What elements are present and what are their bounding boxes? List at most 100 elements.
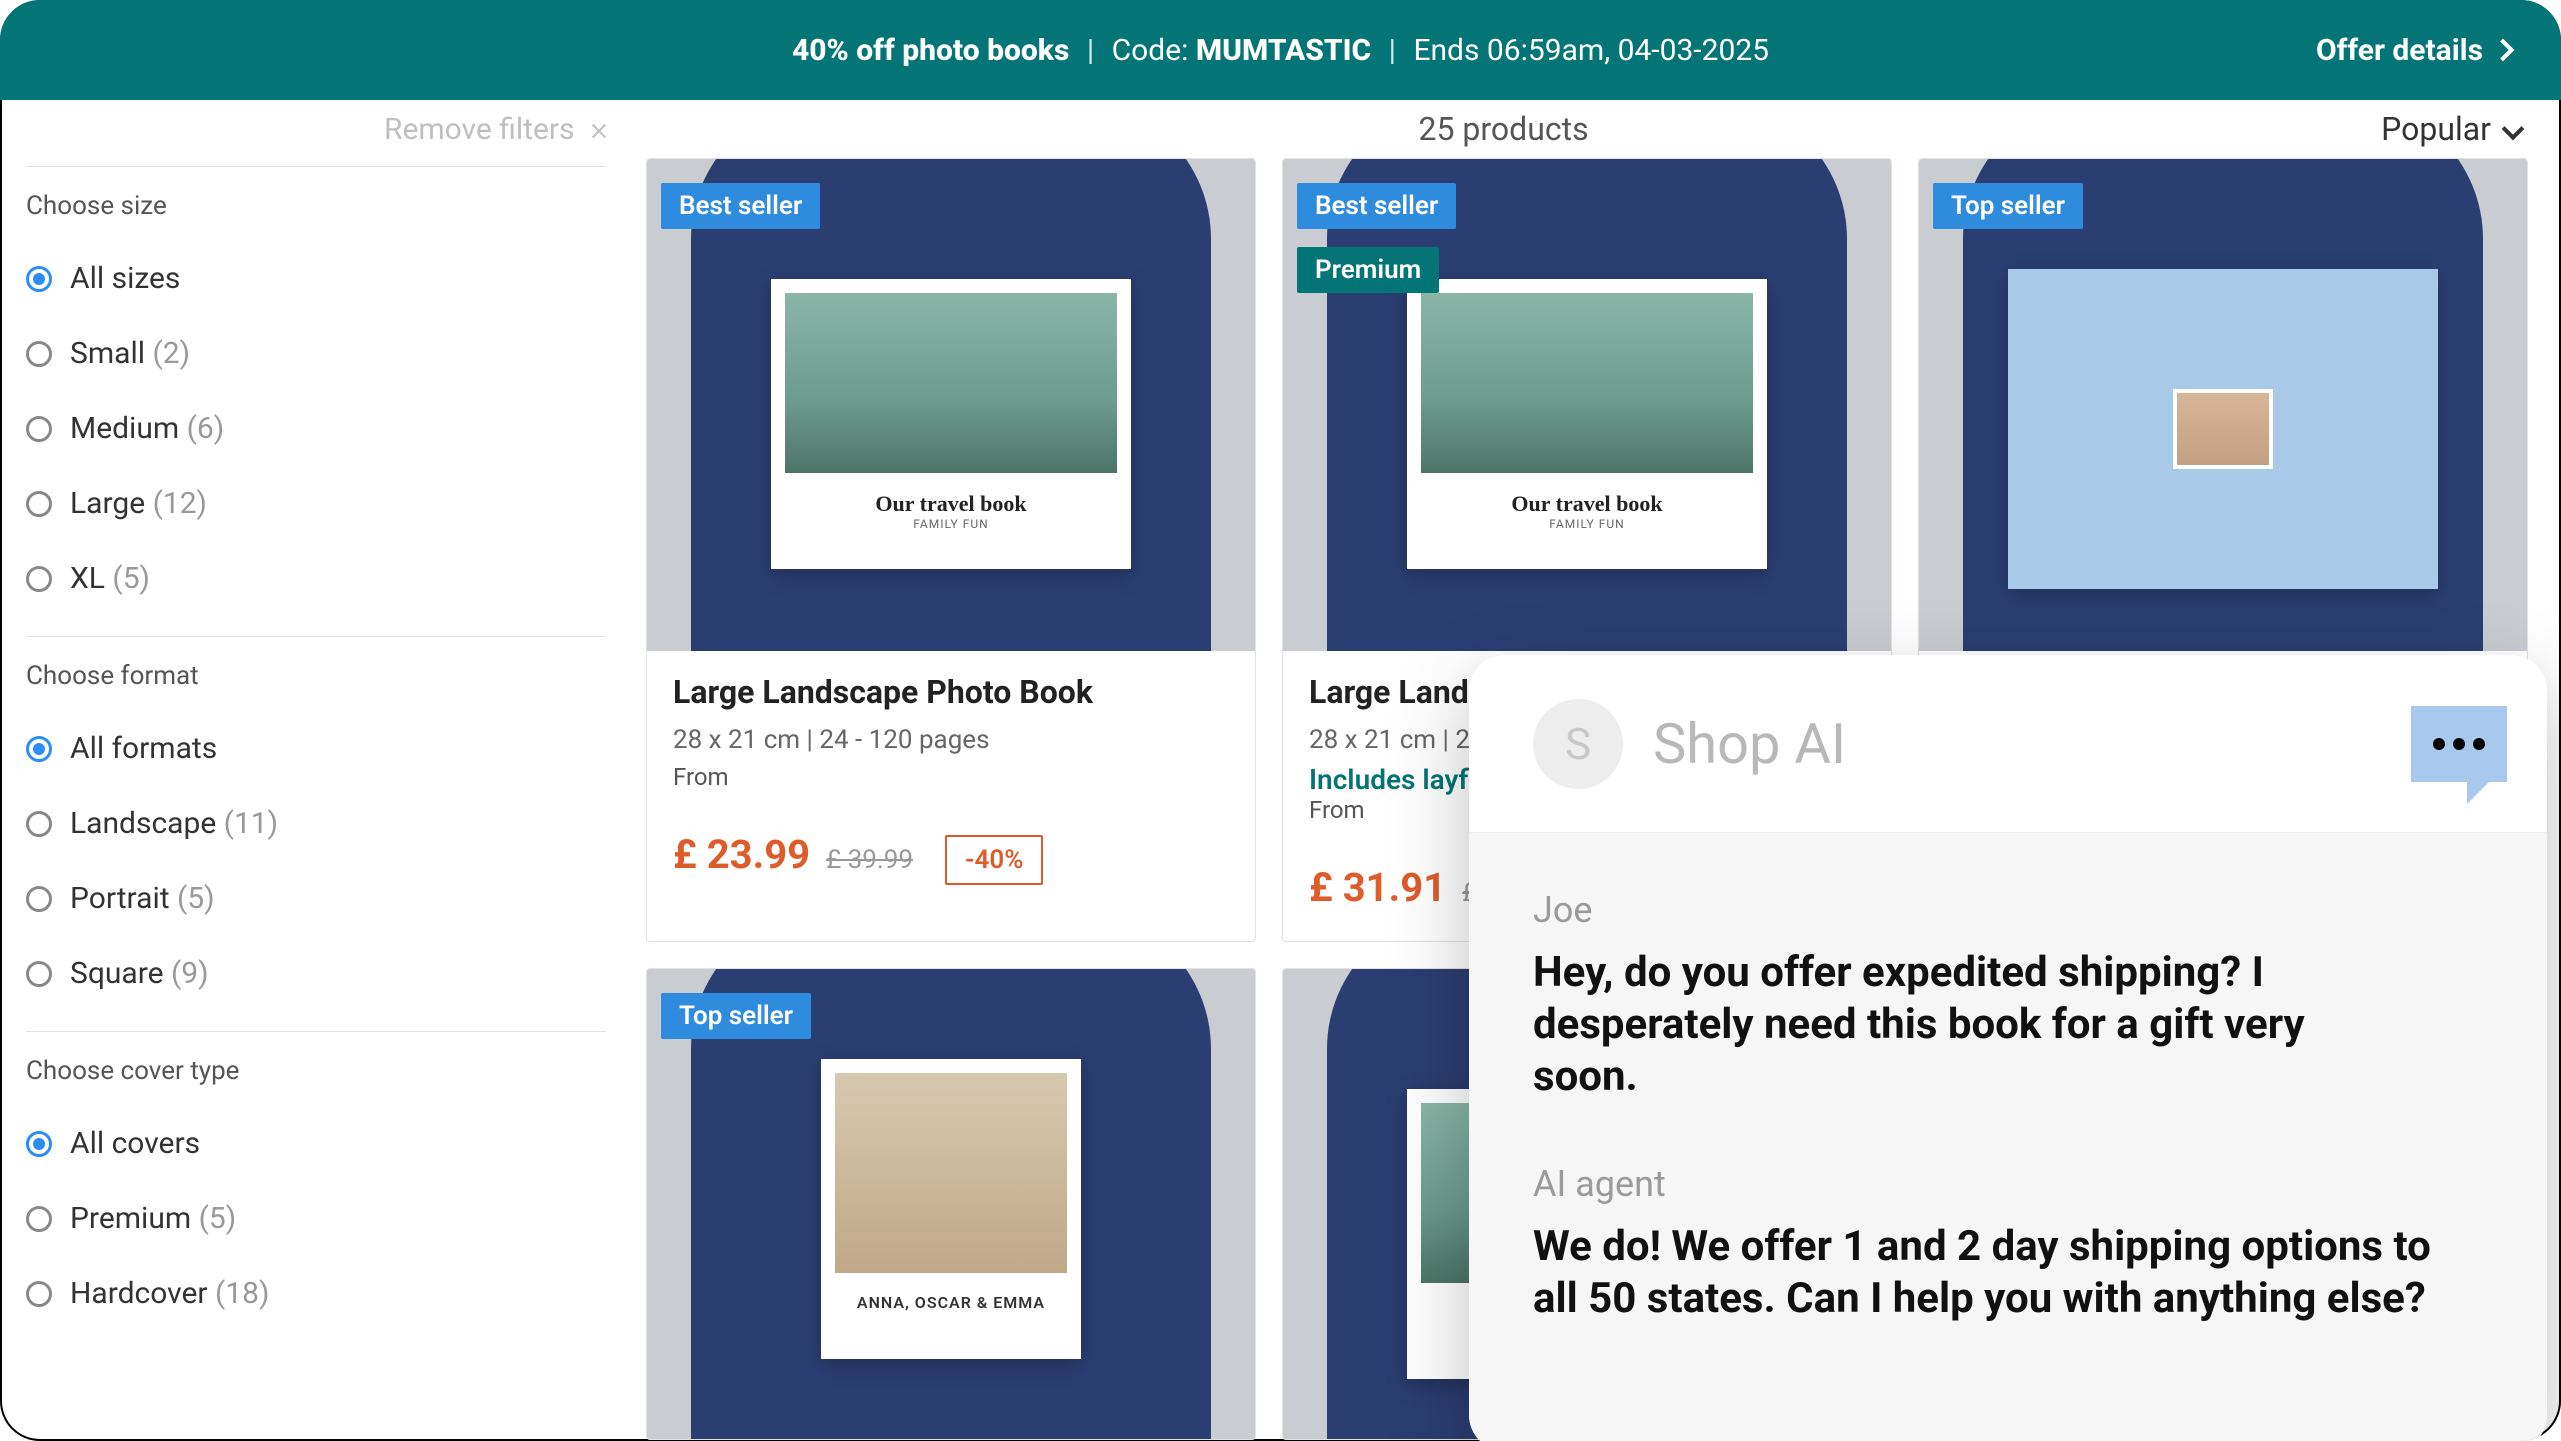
chat-widget: S Shop AI Joe Hey, do you offer expedite… — [1469, 655, 2547, 1441]
radio-icon — [26, 1206, 52, 1232]
product-price: £ 23.99 — [673, 831, 810, 878]
filter-count: (12) — [153, 486, 207, 521]
product-old-price: £ 39.99 — [826, 845, 913, 875]
book-title: Our travel book — [1511, 491, 1662, 517]
book-caption: ANNA, OSCAR & EMMA — [857, 1293, 1045, 1312]
filter-sidebar: Choose size All sizes Small (2) Medium (6… — [26, 158, 646, 1440]
radio-icon — [26, 886, 52, 912]
filter-option[interactable]: Premium (5) — [26, 1201, 606, 1236]
filter-count: (9) — [171, 956, 209, 991]
promo-code-label: Code: — [1112, 33, 1189, 68]
filter-label: All covers — [70, 1126, 200, 1161]
filter-label: Square — [70, 956, 171, 991]
radio-icon — [26, 1131, 52, 1157]
sort-dropdown[interactable]: Popular — [2381, 110, 2521, 148]
avatar-letter: S — [1565, 718, 1591, 770]
promo-code: MUMTASTIC — [1196, 33, 1371, 68]
product-badge: Best seller — [661, 183, 820, 229]
filter-label: Premium — [70, 1201, 199, 1236]
separator: | — [1077, 33, 1104, 68]
filter-label: XL — [70, 561, 112, 596]
discount-badge: -40% — [945, 835, 1043, 885]
filter-label: All formats — [70, 731, 217, 766]
radio-icon — [26, 566, 52, 592]
filter-option[interactable]: Large (12) — [26, 486, 606, 521]
filter-group-size: Choose size All sizes Small (2) Medium (6… — [26, 191, 606, 596]
product-card[interactable]: Top seller ANNA, OSCAR & EMMA — [646, 968, 1256, 1440]
filter-count: (5) — [177, 881, 215, 916]
sort-label: Popular — [2381, 110, 2491, 148]
promo-bar: 40% off photo books | Code: MUMTASTIC | … — [0, 0, 2561, 100]
filter-heading: Choose cover type — [26, 1056, 606, 1086]
chat-header: S Shop AI — [1469, 655, 2547, 833]
filter-count: (5) — [112, 561, 150, 596]
radio-icon — [26, 811, 52, 837]
filter-option[interactable]: Portrait (5) — [26, 881, 606, 916]
promo-ends: Ends 06:59am, 04-03-2025 — [1413, 33, 1769, 68]
price-from-label: From — [673, 763, 1229, 791]
chat-user-message: Hey, do you offer expedited shipping? I … — [1533, 947, 2413, 1103]
filter-count: (11) — [224, 806, 278, 841]
chat-bubble-icon[interactable] — [2411, 706, 2507, 782]
radio-icon — [26, 491, 52, 517]
radio-icon — [26, 1281, 52, 1307]
filter-option[interactable]: All formats — [26, 731, 606, 766]
filter-option[interactable]: Square (9) — [26, 956, 606, 991]
filter-count: (6) — [187, 411, 225, 446]
filter-label: Small — [70, 336, 152, 371]
book-subtitle: FAMILY FUN — [913, 517, 988, 531]
product-badge: Top seller — [661, 993, 811, 1039]
filter-group-cover: Choose cover type All covers Premium (5)… — [26, 1056, 606, 1311]
chat-agent-message: We do! We offer 1 and 2 day shipping opt… — [1533, 1221, 2483, 1325]
filter-heading: Choose format — [26, 661, 606, 691]
product-card[interactable]: Best sellerOur travel bookFAMILY FUNLarg… — [646, 158, 1256, 942]
filter-option[interactable]: XL (5) — [26, 561, 606, 596]
radio-icon — [26, 736, 52, 762]
chat-user-name: Joe — [1533, 889, 2483, 931]
chat-avatar: S — [1533, 699, 1623, 789]
separator: | — [1379, 33, 1406, 68]
filter-heading: Choose size — [26, 191, 606, 221]
filter-label: Hardcover — [70, 1276, 215, 1311]
product-badge: Premium — [1297, 247, 1439, 293]
filter-label: All sizes — [70, 261, 180, 296]
product-badge: Top seller — [1933, 183, 2083, 229]
radio-icon — [26, 416, 52, 442]
offer-details-link[interactable]: Offer details — [2316, 0, 2511, 100]
book-title: Our travel book — [875, 491, 1026, 517]
filter-count: (18) — [215, 1276, 269, 1311]
product-image: Best seller Premium Our travel bookFAMILY … — [1283, 159, 1891, 651]
radio-icon — [26, 341, 52, 367]
chat-agent-name: AI agent — [1533, 1163, 2483, 1205]
filter-label: Medium — [70, 411, 187, 446]
remove-filters-label: Remove filters — [384, 112, 575, 147]
chat-body: Joe Hey, do you offer expedited shipping… — [1469, 833, 2547, 1441]
filter-option[interactable]: Landscape (11) — [26, 806, 606, 841]
product-badge: Best seller — [1297, 183, 1456, 229]
remove-filters-link[interactable]: Remove filters — [26, 112, 626, 147]
radio-icon — [26, 266, 52, 292]
filter-label: Landscape — [70, 806, 224, 841]
book-subtitle: FAMILY FUN — [1549, 517, 1624, 531]
filter-count: (2) — [152, 336, 190, 371]
filter-label: Portrait — [70, 881, 177, 916]
chevron-right-icon — [2492, 39, 2515, 62]
filter-option[interactable]: All covers — [26, 1126, 606, 1161]
product-price: £ 31.91 — [1309, 864, 1446, 911]
filter-option[interactable]: All sizes — [26, 261, 606, 296]
filter-option[interactable]: Medium (6) — [26, 411, 606, 446]
offer-details-label: Offer details — [2316, 33, 2483, 68]
filter-option[interactable]: Small (2) — [26, 336, 606, 371]
toolbar: Remove filters 25 products Popular — [0, 100, 2561, 158]
close-icon — [590, 122, 608, 140]
promo-headline: 40% off photo books — [792, 33, 1069, 68]
radio-icon — [26, 961, 52, 987]
chat-title: Shop AI — [1653, 711, 1846, 777]
product-image: Top seller — [1919, 159, 2527, 651]
product-image: Top seller ANNA, OSCAR & EMMA — [647, 969, 1255, 1439]
product-image: Best seller Our travel bookFAMILY FUN — [647, 159, 1255, 651]
chevron-down-icon — [2502, 118, 2525, 141]
filter-option[interactable]: Hardcover (18) — [26, 1276, 606, 1311]
product-count: 25 products — [1419, 110, 1589, 148]
filter-label: Large — [70, 486, 153, 521]
